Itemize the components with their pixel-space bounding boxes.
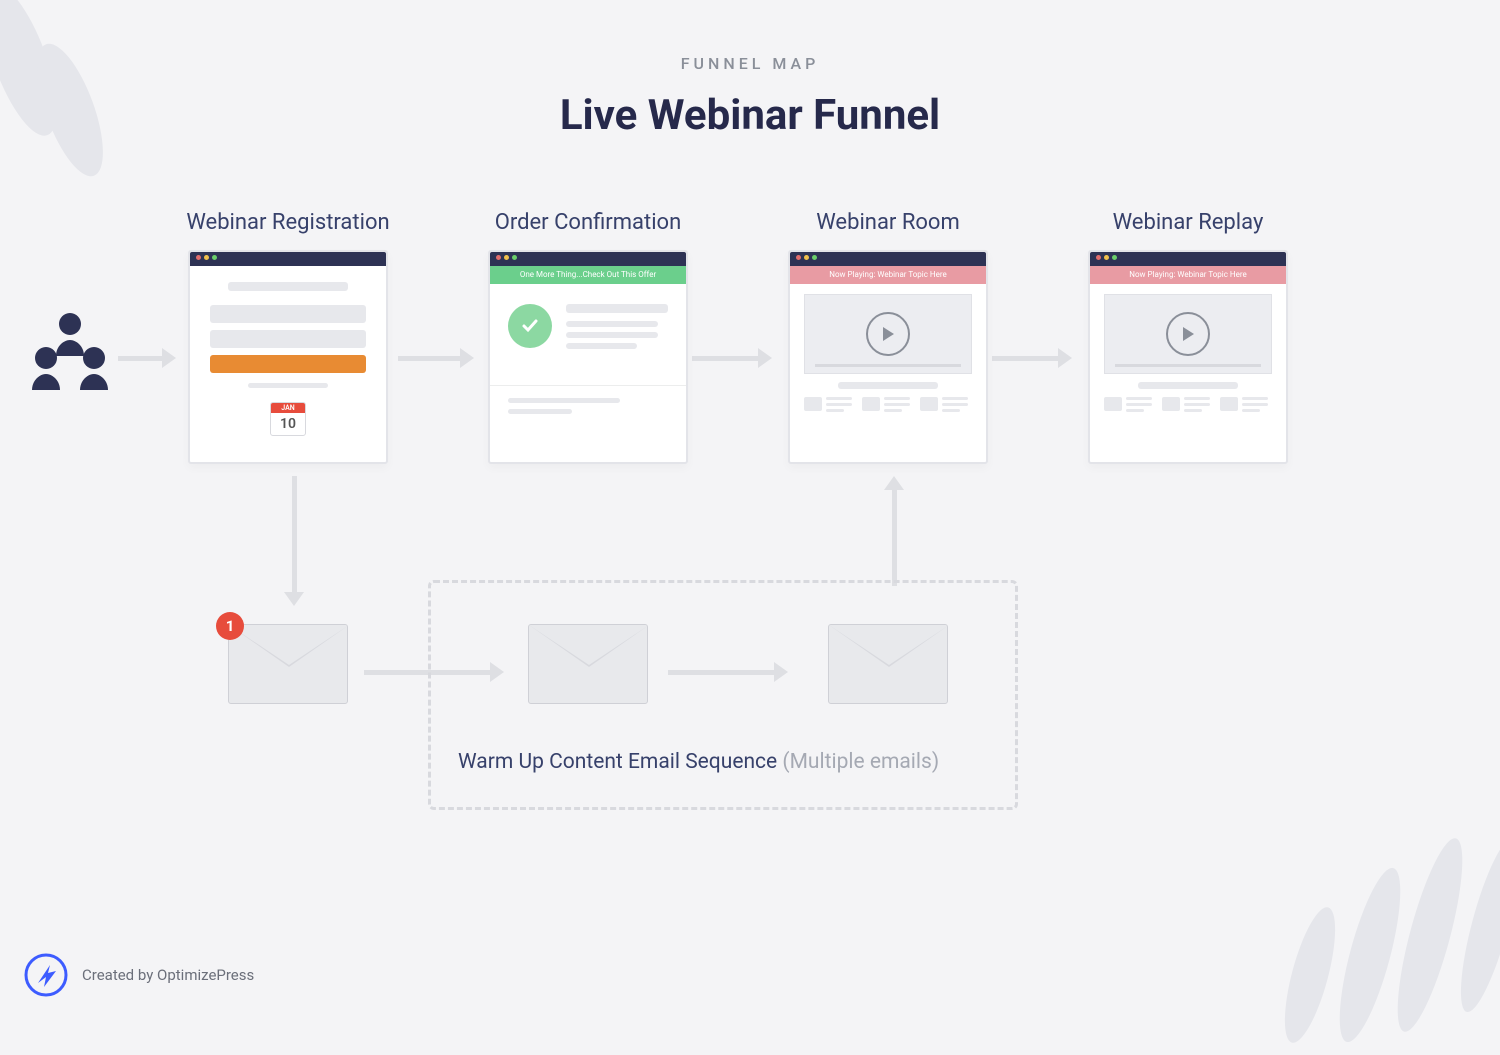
card-webinar-registration: JAN 10 [188,250,388,464]
arrow-registration-to-email [284,476,304,606]
video-player [804,294,972,374]
card-webinar-replay: Now Playing: Webinar Topic Here [1088,250,1288,464]
room-banner: Now Playing: Webinar Topic Here [790,266,986,284]
play-icon [1166,312,1210,356]
play-icon [866,312,910,356]
footer-credit: Created by OptimizePress [82,966,254,984]
page-title: Live Webinar Funnel [0,91,1500,140]
video-player-replay [1104,294,1272,374]
confirmation-banner: One More Thing...Check Out This Offer [490,266,686,284]
email-sequence-item [828,624,948,704]
email-sequence-item [528,624,648,704]
arrow-between-sequence-emails [668,662,788,682]
cta-button-placeholder [210,355,366,373]
calendar-icon: JAN 10 [270,402,306,436]
audience-icon [26,310,114,394]
email-confirmation: 1 [228,624,348,704]
sequence-label: Warm Up Content Email Sequence (Multiple… [458,750,939,774]
arrow-registration-to-confirmation [398,348,474,368]
stage-label-replay: Webinar Replay [1078,210,1298,235]
replay-banner: Now Playing: Webinar Topic Here [1090,266,1286,284]
email-badge-count: 1 [216,612,244,640]
stage-label-confirmation: Order Confirmation [478,210,698,235]
optimizepress-logo-icon [24,953,68,997]
stage-label-room: Webinar Room [778,210,998,235]
stage-label-registration: Webinar Registration [168,210,408,235]
arrow-sequence-to-room [884,476,904,586]
checkmark-icon [508,304,552,348]
arrow-room-to-replay [992,348,1072,368]
card-webinar-room: Now Playing: Webinar Topic Here [788,250,988,464]
card-order-confirmation: One More Thing...Check Out This Offer [488,250,688,464]
arrow-audience-to-registration [118,348,176,368]
arrow-confirmation-to-room [692,348,772,368]
eyebrow-label: FUNNEL MAP [0,54,1500,73]
